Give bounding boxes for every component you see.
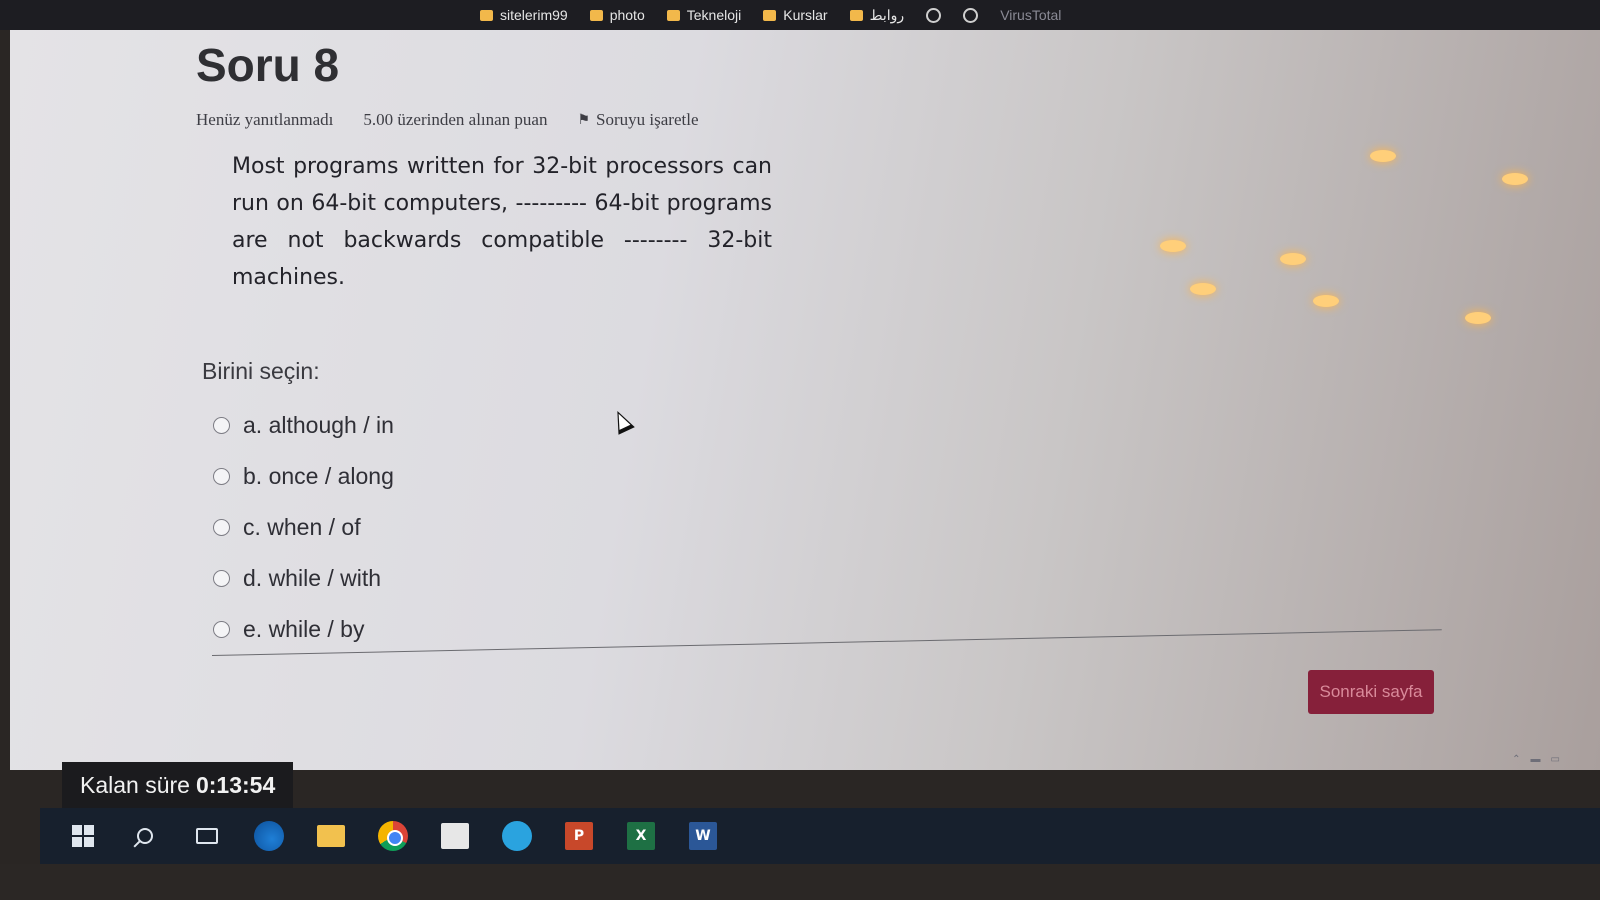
- edge-icon: [254, 821, 284, 851]
- word-icon: W: [689, 822, 717, 850]
- taskbar-excel[interactable]: X: [624, 819, 658, 853]
- reflection-light: [1370, 150, 1396, 162]
- powerpoint-icon: P: [565, 822, 593, 850]
- chrome-icon: [378, 821, 408, 851]
- file-explorer-icon: [317, 825, 345, 847]
- taskbar-edge[interactable]: [252, 819, 286, 853]
- flag-question-label: Soruyu işaretle: [596, 110, 699, 129]
- globe-icon[interactable]: [926, 7, 942, 23]
- taskbar-file-explorer[interactable]: [314, 819, 348, 853]
- answer-options: a. although / in b. once / along c. when…: [213, 400, 394, 655]
- answer-option-label: a. although / in: [243, 412, 394, 438]
- question-text: Most programs written for 32-bit process…: [232, 154, 772, 290]
- question-points: 5.00 üzerinden alınan puan: [363, 110, 548, 129]
- bookmark-label: VirusTotal: [1000, 7, 1062, 23]
- bookmark-label: روابط: [869, 6, 905, 23]
- bookmarks-bar: sitelerim99 photo Tekneloji Kurslar رواب…: [0, 0, 1600, 30]
- answer-prompt: Birini seçin:: [202, 358, 320, 384]
- reflection-light: [1280, 253, 1306, 265]
- radio-button[interactable]: [213, 621, 230, 638]
- radio-button[interactable]: [213, 570, 230, 587]
- search-icon: [137, 828, 153, 844]
- folder-icon: [849, 9, 863, 21]
- system-tray: ⌃ ▬ ▭: [1512, 754, 1560, 765]
- taskbar-telegram[interactable]: [500, 819, 534, 853]
- reflection-light: [1502, 173, 1528, 185]
- answer-option-label: c. when / of: [243, 514, 361, 540]
- folder-icon: [589, 9, 603, 21]
- flag-icon: ⚑: [577, 112, 591, 128]
- bookmark-label: Tekneloji: [686, 7, 742, 23]
- timer-label: Kalan süre: [80, 771, 190, 798]
- monitor-bezel: [0, 864, 1600, 900]
- bookmark-virustotal[interactable]: VirusTotal: [1000, 7, 1061, 23]
- radio-button[interactable]: [213, 468, 230, 485]
- mouse-cursor-icon: [609, 407, 635, 435]
- answer-option-e[interactable]: e. while / by: [213, 604, 394, 655]
- answer-option-label: d. while / with: [243, 565, 382, 591]
- answer-option-label: b. once / along: [243, 463, 394, 489]
- quiz-page: Soru 8 Henüz yanıtlanmadı 5.00 üzerinden…: [10, 30, 1600, 770]
- folder-icon: [480, 9, 493, 21]
- store-icon: [441, 823, 469, 849]
- question-info: Henüz yanıtlanmadı 5.00 üzerinden alınan…: [196, 110, 699, 130]
- radio-button[interactable]: [213, 519, 230, 536]
- bookmark-tekneloji[interactable]: Tekneloji: [666, 7, 742, 23]
- reflection-light: [1313, 295, 1339, 307]
- divider: [211, 629, 1442, 656]
- bookmark-sitelerim99[interactable]: sitelerim99: [480, 7, 568, 23]
- telegram-icon: [502, 821, 532, 851]
- folder-icon: [763, 9, 777, 21]
- flag-question-link[interactable]: ⚑ Soruyu işaretle: [577, 110, 698, 130]
- answer-option-label: e. while / by: [243, 616, 365, 642]
- globe-icon[interactable]: [963, 7, 979, 23]
- next-page-button[interactable]: Sonraki sayfa: [1308, 670, 1434, 714]
- time-remaining: Kalan süre 0:13:54: [62, 762, 294, 808]
- tray-battery-icon[interactable]: ▭: [1551, 754, 1560, 765]
- search-button[interactable]: [128, 819, 162, 853]
- radio-button[interactable]: [213, 417, 230, 434]
- bookmark-label: Kurslar: [783, 7, 828, 23]
- reflection-light: [1160, 240, 1186, 252]
- answer-option-b[interactable]: b. once / along: [213, 451, 394, 502]
- bookmark-rawabit[interactable]: روابط: [849, 6, 905, 24]
- answer-option-d[interactable]: d. while / with: [213, 553, 394, 604]
- answer-option-a[interactable]: a. although / in: [213, 400, 394, 451]
- taskbar: P X W: [40, 808, 1600, 864]
- answer-option-c[interactable]: c. when / of: [213, 502, 394, 553]
- question-status: Henüz yanıtlanmadı: [196, 110, 334, 129]
- taskbar-store[interactable]: [438, 819, 472, 853]
- excel-icon: X: [627, 822, 655, 850]
- start-button[interactable]: [66, 819, 100, 853]
- tray-network-icon[interactable]: ▬: [1531, 754, 1541, 765]
- bookmark-kurslar[interactable]: Kurslar: [763, 7, 828, 23]
- reflection-light: [1465, 312, 1491, 324]
- taskbar-chrome[interactable]: [376, 819, 410, 853]
- taskbar-word[interactable]: W: [686, 819, 720, 853]
- windows-icon: [72, 825, 94, 847]
- taskbar-powerpoint[interactable]: P: [562, 819, 596, 853]
- bookmark-label: sitelerim99: [500, 7, 568, 23]
- folder-icon: [666, 9, 680, 21]
- task-view-button[interactable]: [190, 819, 224, 853]
- bookmark-label: photo: [609, 7, 645, 23]
- bookmark-photo[interactable]: photo: [589, 7, 645, 23]
- tray-chevron-icon[interactable]: ⌃: [1512, 754, 1520, 765]
- reflection-light: [1190, 283, 1216, 295]
- question-title: Soru 8: [196, 39, 340, 91]
- timer-value: 0:13:54: [195, 771, 276, 798]
- task-view-icon: [196, 828, 218, 844]
